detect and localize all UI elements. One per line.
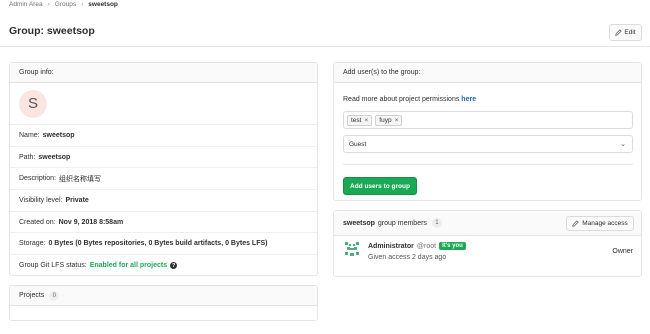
user-token: fuyp × (375, 114, 403, 126)
path-label: Path: (19, 153, 36, 161)
breadcrumb: Admin Area › Groups › sweetsop (9, 0, 118, 9)
edit-button[interactable]: Edit (609, 24, 642, 41)
header-divider (0, 46, 650, 47)
group-avatar-row: S (10, 83, 317, 125)
manage-access-label: Manage access (582, 220, 628, 227)
member-name-row: Administrator @root It's you (368, 242, 466, 250)
add-users-panel: Add user(s) to the group: Read more abou… (333, 62, 642, 201)
info-created: Created on: Nov 9, 2018 8:58am (10, 212, 317, 234)
its-you-badge: It's you (439, 242, 466, 250)
page-title: Group: sweetsop (9, 25, 95, 37)
add-users-header: Add user(s) to the group: (334, 63, 641, 83)
permissions-link[interactable]: here (461, 96, 476, 103)
user-select-input[interactable]: test × fuyp × (343, 111, 633, 129)
name-label: Name: (19, 131, 40, 139)
members-group-name: sweetsop (343, 219, 375, 227)
breadcrumb-groups[interactable]: Groups (55, 1, 76, 8)
created-label: Created on: (19, 218, 56, 226)
user-token-label: test (351, 116, 362, 124)
pencil-icon (615, 29, 623, 36)
member-access-date: Given access 2 days ago (368, 254, 447, 261)
lfs-label: Group Git LFS status: (19, 262, 87, 270)
question-circle-icon[interactable]: ? (170, 262, 178, 270)
description-value: 组织名称填写 (58, 175, 101, 183)
add-users-button[interactable]: Add users to group (343, 177, 417, 195)
path-value: sweetsop (38, 153, 71, 161)
storage-label: Storage: (19, 240, 46, 248)
projects-label: Projects (19, 292, 45, 299)
lfs-status: Enabled for all projects (89, 262, 168, 270)
name-value: sweetsop (42, 131, 75, 139)
remove-token-icon[interactable]: × (395, 117, 399, 124)
member-handle: @root (416, 242, 437, 250)
user-token: test × (347, 114, 373, 126)
storage-value: 0 Bytes (0 Bytes repositories, 0 Bytes b… (48, 240, 268, 248)
manage-access-button[interactable]: Manage access (566, 216, 634, 231)
info-storage: Storage: 0 Bytes (0 Bytes repositories, … (10, 233, 317, 256)
user-token-label: fuyp (379, 116, 392, 124)
remove-token-icon[interactable]: × (364, 117, 368, 124)
group-info-header: Group info: (10, 63, 317, 83)
pencil-icon (572, 220, 579, 227)
edit-button-label: Edit (624, 29, 636, 36)
visibility-label: Visibility level: (19, 196, 63, 204)
info-name: Name: sweetsop (10, 125, 317, 147)
breadcrumb-current[interactable]: sweetsop (88, 1, 118, 8)
description-label: Description: (19, 175, 56, 183)
member-name[interactable]: Administrator (368, 243, 414, 250)
info-visibility: Visibility level: Private (10, 190, 317, 212)
info-description: Description: 组织名称填写 (10, 168, 317, 191)
group-info-panel: Group info: S Name: sweetsop Path: sweet… (9, 62, 318, 276)
projects-count-badge: 0 (49, 290, 60, 301)
created-value: Nov 9, 2018 8:58am (58, 218, 124, 226)
form-divider (343, 164, 633, 165)
avatar[interactable] (344, 241, 360, 257)
members-title: group members (377, 219, 427, 227)
info-lfs: Group Git LFS status: Enabled for all pr… (10, 255, 317, 277)
avatar: S (19, 89, 47, 118)
projects-panel: Projects 0 (9, 285, 318, 321)
chevron-right-icon: › (81, 1, 84, 8)
chevron-right-icon: › (47, 1, 50, 8)
access-level-value: Guest (349, 140, 367, 148)
members-panel: sweetsop group members 1 Manage access A… (333, 210, 642, 277)
access-level-select[interactable]: Guest ⌄ (343, 135, 633, 153)
chevron-down-icon: ⌄ (620, 141, 626, 148)
permissions-text: Read more about project permissions here (343, 96, 476, 103)
member-role: Owner (612, 248, 633, 255)
permissions-text-label: Read more about project permissions (343, 96, 460, 103)
breadcrumb-admin-area[interactable]: Admin Area (9, 1, 43, 8)
members-count-badge: 1 (431, 218, 442, 228)
projects-header: Projects 0 (10, 286, 317, 306)
info-path: Path: sweetsop (10, 147, 317, 169)
visibility-value: Private (65, 196, 89, 204)
